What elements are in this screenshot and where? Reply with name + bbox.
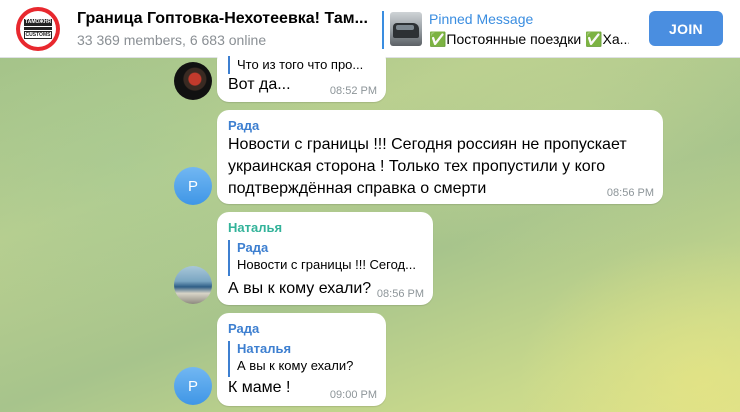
avatar[interactable] <box>174 266 212 304</box>
message-bubble[interactable]: Что из того что про... Вот да... 08:52 P… <box>217 48 386 102</box>
customs-logo-icon: ТАМОЖНЯ CUSTOMS <box>20 11 56 47</box>
message-text: Новости с границы !!! Сегодня россиян не… <box>228 134 658 200</box>
message-text: Вот да... <box>228 76 291 93</box>
pinned-accent-bar <box>382 11 384 49</box>
message-text-line: подтверждённая справка о смерти <box>228 180 487 197</box>
reply-preview[interactable]: Что из того что про... <box>228 56 378 74</box>
message-bubble[interactable]: Наталья Рада Новости с границы !!! Сегод… <box>217 212 433 305</box>
avatar[interactable]: Р <box>174 367 212 405</box>
message-time: 09:00 PM <box>329 389 377 401</box>
message-text-line: Новости с границы !!! Сегодня россиян не… <box>228 136 627 153</box>
pinned-message-label[interactable]: Pinned Message <box>429 11 533 27</box>
message-text-line: украинская сторона ! Только тех пропусти… <box>228 158 606 175</box>
avatar-logo-text-bottom: CUSTOMS <box>23 31 53 39</box>
reply-sender-name: Рада <box>237 240 269 255</box>
avatar-letter: Р <box>187 177 198 195</box>
message-text: А вы к кому ехали? <box>228 280 372 297</box>
reply-preview[interactable]: Наталья А вы к кому ехали? <box>228 341 378 377</box>
reply-text: А вы к кому ехали? <box>237 358 354 373</box>
channel-member-count: 33 369 members, 6 683 online <box>77 32 267 48</box>
reply-text: Что из того что про... <box>237 57 364 72</box>
avatar[interactable] <box>174 62 212 100</box>
sender-name[interactable]: Наталья <box>228 220 282 235</box>
reply-sender-name: Наталья <box>237 341 292 356</box>
pinned-message-text[interactable]: ✅Постоянные поездки ✅Ха... <box>429 31 629 48</box>
channel-title[interactable]: Граница Гоптовка-Нехотеевка! Там... <box>77 10 367 28</box>
pinned-thumbnail[interactable] <box>390 12 422 46</box>
message-bubble[interactable]: Рада Новости с границы !!! Сегодня росси… <box>217 110 663 204</box>
join-button[interactable]: JOIN <box>649 11 723 46</box>
avatar-logo-text-top: ТАМОЖНЯ <box>23 19 53 26</box>
message-time: 08:52 PM <box>329 85 377 97</box>
avatar[interactable]: Р <box>174 167 212 205</box>
message-text: К маме ! <box>228 379 291 396</box>
reply-preview[interactable]: Рада Новости с границы !!! Сегод... <box>228 240 424 276</box>
message-time: 08:56 PM <box>376 288 424 300</box>
sender-name[interactable]: Рада <box>228 321 259 336</box>
sender-name[interactable]: Рада <box>228 118 259 133</box>
avatar-letter: Р <box>187 377 198 395</box>
channel-avatar[interactable]: ТАМОЖНЯ CUSTOMS <box>16 7 60 51</box>
message-time: 08:56 PM <box>606 187 654 199</box>
reply-text: Новости с границы !!! Сегод... <box>237 257 416 272</box>
message-bubble[interactable]: Рада Наталья А вы к кому ехали? К маме !… <box>217 313 386 406</box>
